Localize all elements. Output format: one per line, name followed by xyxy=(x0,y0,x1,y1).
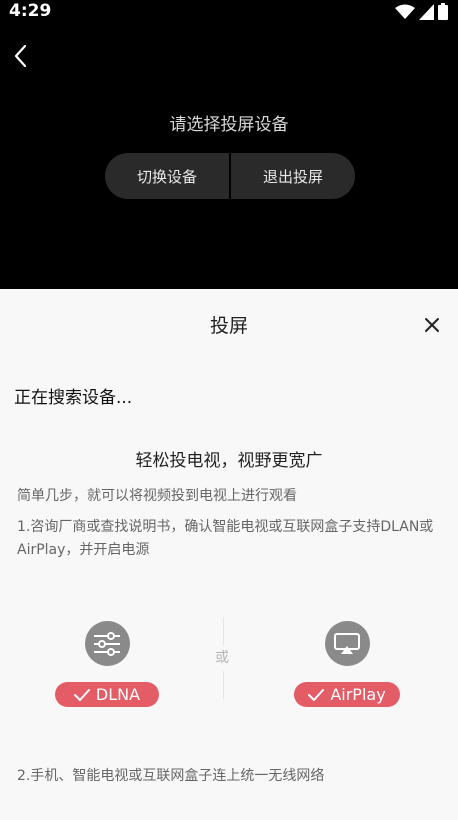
step-2-text: 2.手机、智能电视或互联网盒子连上统一无线网络 xyxy=(17,768,325,784)
airplay-icon xyxy=(324,621,370,666)
status-time: 4:29 xyxy=(9,1,52,21)
check-icon xyxy=(308,688,325,701)
close-icon[interactable] xyxy=(424,317,440,333)
dlna-option: DLNA xyxy=(55,621,159,707)
battery-icon xyxy=(438,3,448,20)
switch-device-button[interactable]: 切换设备 xyxy=(105,153,229,199)
exit-cast-button[interactable]: 退出投屏 xyxy=(231,153,355,199)
searching-status: 正在搜索设备... xyxy=(14,388,133,408)
wifi-icon xyxy=(395,4,415,19)
step-1-text: 1.咨询厂商或查找说明书，确认智能电视或互联网盒子支持DLAN或AirPlay，… xyxy=(17,519,434,558)
dlna-icon xyxy=(84,621,130,666)
airplay-label: AirPlay xyxy=(330,685,386,704)
dlna-label: DLNA xyxy=(95,685,141,704)
select-device-title: 请选择投屏设备 xyxy=(169,115,289,135)
status-bar: 4:29 xyxy=(0,0,458,24)
or-divider-top xyxy=(223,617,224,645)
sheet-headline: 轻松投电视，视野更宽广 xyxy=(135,451,323,471)
signal-icon xyxy=(419,3,434,20)
or-divider-bottom xyxy=(223,671,224,699)
back-arrow-icon[interactable] xyxy=(8,42,36,70)
airplay-option: AirPlay xyxy=(294,621,400,707)
or-label: 或 xyxy=(215,650,229,666)
sheet-description: 简单几步，就可以将视频投到电视上进行观看 xyxy=(17,488,297,504)
cast-sheet: 投屏 正在搜索设备... 轻松投电视，视野更宽广 简单几步，就可以将视频投到电视… xyxy=(0,289,458,820)
status-icons xyxy=(395,3,448,20)
sheet-title: 投屏 xyxy=(209,315,248,337)
cast-control-group: 切换设备 退出投屏 xyxy=(105,153,355,199)
airplay-badge: AirPlay xyxy=(294,682,400,707)
check-icon xyxy=(73,688,90,701)
dlna-badge: DLNA xyxy=(55,682,159,707)
